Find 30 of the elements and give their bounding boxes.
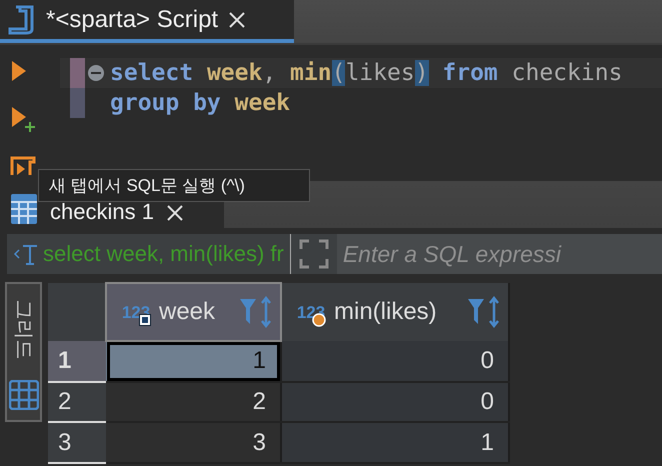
run-in-tab-icon[interactable] <box>10 155 36 177</box>
table-cell[interactable]: 0 <box>281 340 509 382</box>
script-icon <box>6 4 36 36</box>
run-plus-icon[interactable] <box>10 105 36 133</box>
table-cell[interactable]: 2 <box>106 382 281 422</box>
table-cell[interactable]: 1 <box>106 340 281 382</box>
table-cell[interactable]: 3 <box>106 422 281 463</box>
column-name: min(likes) <box>334 298 438 326</box>
row-number[interactable]: 2 <box>48 382 106 422</box>
grid-icon <box>8 380 38 410</box>
filter-sort-icon[interactable] <box>466 296 502 328</box>
table-cell[interactable]: 1 <box>281 422 509 463</box>
filter-input[interactable]: Enter a SQL expressi <box>336 234 662 274</box>
table-cell[interactable]: 0 <box>281 382 509 422</box>
row-number[interactable]: 3 <box>48 422 106 463</box>
text-icon <box>13 242 39 266</box>
run-icon[interactable] <box>10 59 28 83</box>
code-line: select week, min(likes) from checkins <box>110 60 622 86</box>
close-icon[interactable] <box>166 204 184 222</box>
row-number[interactable]: 1 <box>48 340 106 382</box>
code-line: group by week <box>110 90 290 116</box>
fold-icon[interactable] <box>87 64 105 82</box>
close-icon[interactable] <box>228 10 246 28</box>
header-corner <box>48 283 106 341</box>
column-name: week <box>159 298 216 326</box>
expand-icon[interactable] <box>298 239 329 269</box>
table-icon <box>10 193 38 225</box>
editor-tab[interactable]: *<sparta> Script <box>0 0 294 43</box>
tooltip: 새 탭에서 SQL문 실행 (^\) <box>38 169 310 202</box>
side-tab[interactable]: 그리드 <box>5 282 42 422</box>
